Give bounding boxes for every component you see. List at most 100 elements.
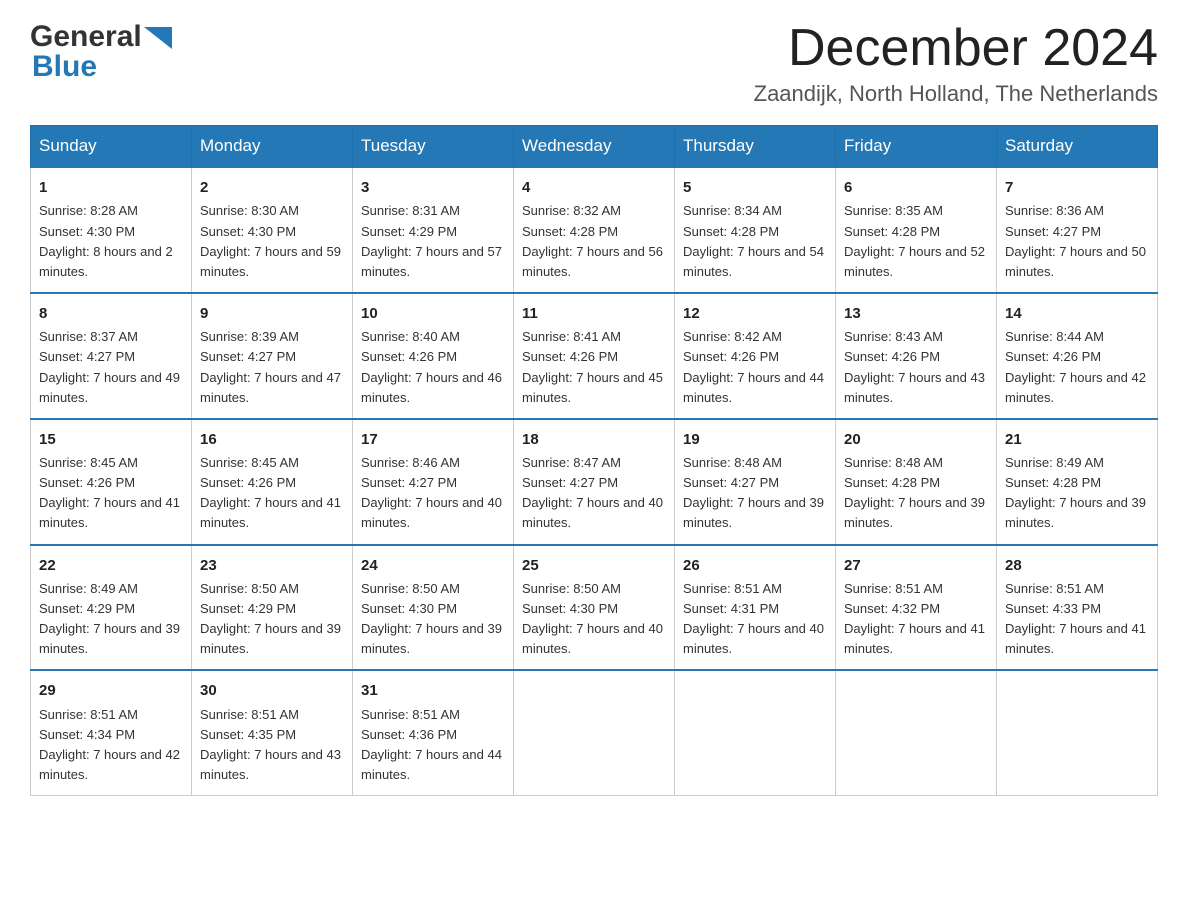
day-cell-19: 19 Sunrise: 8:48 AM Sunset: 4:27 PM Dayl…	[675, 419, 836, 545]
day-cell-2: 2 Sunrise: 8:30 AM Sunset: 4:30 PM Dayli…	[192, 167, 353, 293]
day-sunset: Sunset: 4:27 PM	[361, 475, 457, 490]
header-thursday: Thursday	[675, 126, 836, 168]
day-daylight: Daylight: 7 hours and 43 minutes.	[200, 747, 341, 782]
day-sunset: Sunset: 4:30 PM	[200, 224, 296, 239]
day-cell-4: 4 Sunrise: 8:32 AM Sunset: 4:28 PM Dayli…	[514, 167, 675, 293]
day-daylight: Daylight: 7 hours and 41 minutes.	[1005, 621, 1146, 656]
day-cell-18: 18 Sunrise: 8:47 AM Sunset: 4:27 PM Dayl…	[514, 419, 675, 545]
logo-arrow-icon	[144, 27, 172, 49]
day-cell-28: 28 Sunrise: 8:51 AM Sunset: 4:33 PM Dayl…	[997, 545, 1158, 671]
day-number: 6	[844, 176, 988, 199]
day-sunset: Sunset: 4:34 PM	[39, 727, 135, 742]
day-number: 15	[39, 428, 183, 451]
day-sunrise: Sunrise: 8:41 AM	[522, 329, 621, 344]
day-number: 28	[1005, 554, 1149, 577]
day-sunrise: Sunrise: 8:51 AM	[683, 581, 782, 596]
day-sunset: Sunset: 4:30 PM	[39, 224, 135, 239]
day-sunrise: Sunrise: 8:34 AM	[683, 203, 782, 218]
day-sunset: Sunset: 4:28 PM	[522, 224, 618, 239]
day-sunrise: Sunrise: 8:51 AM	[200, 707, 299, 722]
day-cell-22: 22 Sunrise: 8:49 AM Sunset: 4:29 PM Dayl…	[31, 545, 192, 671]
day-number: 26	[683, 554, 827, 577]
day-cell-13: 13 Sunrise: 8:43 AM Sunset: 4:26 PM Dayl…	[836, 293, 997, 419]
day-sunset: Sunset: 4:26 PM	[361, 349, 457, 364]
day-sunset: Sunset: 4:32 PM	[844, 601, 940, 616]
day-daylight: Daylight: 7 hours and 44 minutes.	[683, 370, 824, 405]
day-daylight: Daylight: 8 hours and 2 minutes.	[39, 244, 173, 279]
day-sunrise: Sunrise: 8:48 AM	[844, 455, 943, 470]
day-daylight: Daylight: 7 hours and 39 minutes.	[39, 621, 180, 656]
day-sunrise: Sunrise: 8:46 AM	[361, 455, 460, 470]
day-cell-1: 1 Sunrise: 8:28 AM Sunset: 4:30 PM Dayli…	[31, 167, 192, 293]
day-sunset: Sunset: 4:30 PM	[522, 601, 618, 616]
calendar-table: Sunday Monday Tuesday Wednesday Thursday…	[30, 125, 1158, 796]
day-sunset: Sunset: 4:26 PM	[200, 475, 296, 490]
day-cell-16: 16 Sunrise: 8:45 AM Sunset: 4:26 PM Dayl…	[192, 419, 353, 545]
day-sunrise: Sunrise: 8:51 AM	[361, 707, 460, 722]
day-number: 13	[844, 302, 988, 325]
day-sunset: Sunset: 4:29 PM	[39, 601, 135, 616]
weekday-header-row: Sunday Monday Tuesday Wednesday Thursday…	[31, 126, 1158, 168]
day-number: 1	[39, 176, 183, 199]
day-cell-11: 11 Sunrise: 8:41 AM Sunset: 4:26 PM Dayl…	[514, 293, 675, 419]
day-sunset: Sunset: 4:28 PM	[1005, 475, 1101, 490]
day-daylight: Daylight: 7 hours and 41 minutes.	[39, 495, 180, 530]
day-number: 8	[39, 302, 183, 325]
day-number: 7	[1005, 176, 1149, 199]
day-cell-9: 9 Sunrise: 8:39 AM Sunset: 4:27 PM Dayli…	[192, 293, 353, 419]
day-daylight: Daylight: 7 hours and 49 minutes.	[39, 370, 180, 405]
day-number: 14	[1005, 302, 1149, 325]
day-number: 20	[844, 428, 988, 451]
day-daylight: Daylight: 7 hours and 57 minutes.	[361, 244, 502, 279]
day-sunrise: Sunrise: 8:49 AM	[39, 581, 138, 596]
week-row-3: 15 Sunrise: 8:45 AM Sunset: 4:26 PM Dayl…	[31, 419, 1158, 545]
day-daylight: Daylight: 7 hours and 56 minutes.	[522, 244, 663, 279]
day-daylight: Daylight: 7 hours and 41 minutes.	[200, 495, 341, 530]
day-sunrise: Sunrise: 8:49 AM	[1005, 455, 1104, 470]
day-cell-10: 10 Sunrise: 8:40 AM Sunset: 4:26 PM Dayl…	[353, 293, 514, 419]
day-cell-30: 30 Sunrise: 8:51 AM Sunset: 4:35 PM Dayl…	[192, 670, 353, 795]
day-sunrise: Sunrise: 8:48 AM	[683, 455, 782, 470]
day-daylight: Daylight: 7 hours and 46 minutes.	[361, 370, 502, 405]
day-cell-31: 31 Sunrise: 8:51 AM Sunset: 4:36 PM Dayl…	[353, 670, 514, 795]
day-daylight: Daylight: 7 hours and 40 minutes.	[683, 621, 824, 656]
page-header: General Blue December 2024 Zaandijk, Nor…	[30, 20, 1158, 107]
day-sunset: Sunset: 4:26 PM	[683, 349, 779, 364]
header-saturday: Saturday	[997, 126, 1158, 168]
day-sunset: Sunset: 4:26 PM	[522, 349, 618, 364]
day-cell-23: 23 Sunrise: 8:50 AM Sunset: 4:29 PM Dayl…	[192, 545, 353, 671]
day-daylight: Daylight: 7 hours and 43 minutes.	[844, 370, 985, 405]
day-number: 2	[200, 176, 344, 199]
day-number: 11	[522, 302, 666, 325]
day-cell-3: 3 Sunrise: 8:31 AM Sunset: 4:29 PM Dayli…	[353, 167, 514, 293]
day-number: 22	[39, 554, 183, 577]
day-number: 23	[200, 554, 344, 577]
day-sunset: Sunset: 4:33 PM	[1005, 601, 1101, 616]
day-cell-25: 25 Sunrise: 8:50 AM Sunset: 4:30 PM Dayl…	[514, 545, 675, 671]
week-row-2: 8 Sunrise: 8:37 AM Sunset: 4:27 PM Dayli…	[31, 293, 1158, 419]
day-daylight: Daylight: 7 hours and 45 minutes.	[522, 370, 663, 405]
day-sunset: Sunset: 4:27 PM	[522, 475, 618, 490]
day-sunrise: Sunrise: 8:45 AM	[200, 455, 299, 470]
day-cell-7: 7 Sunrise: 8:36 AM Sunset: 4:27 PM Dayli…	[997, 167, 1158, 293]
day-sunrise: Sunrise: 8:40 AM	[361, 329, 460, 344]
day-number: 30	[200, 679, 344, 702]
header-sunday: Sunday	[31, 126, 192, 168]
empty-cell	[675, 670, 836, 795]
day-sunset: Sunset: 4:27 PM	[39, 349, 135, 364]
day-sunrise: Sunrise: 8:50 AM	[361, 581, 460, 596]
day-cell-6: 6 Sunrise: 8:35 AM Sunset: 4:28 PM Dayli…	[836, 167, 997, 293]
day-daylight: Daylight: 7 hours and 44 minutes.	[361, 747, 502, 782]
day-cell-29: 29 Sunrise: 8:51 AM Sunset: 4:34 PM Dayl…	[31, 670, 192, 795]
month-title: December 2024	[754, 20, 1158, 77]
week-row-4: 22 Sunrise: 8:49 AM Sunset: 4:29 PM Dayl…	[31, 545, 1158, 671]
day-number: 9	[200, 302, 344, 325]
empty-cell	[997, 670, 1158, 795]
day-cell-14: 14 Sunrise: 8:44 AM Sunset: 4:26 PM Dayl…	[997, 293, 1158, 419]
day-number: 5	[683, 176, 827, 199]
location-subtitle: Zaandijk, North Holland, The Netherlands	[754, 81, 1158, 107]
header-monday: Monday	[192, 126, 353, 168]
logo-general-text: General	[30, 20, 142, 54]
header-tuesday: Tuesday	[353, 126, 514, 168]
title-section: December 2024 Zaandijk, North Holland, T…	[754, 20, 1158, 107]
